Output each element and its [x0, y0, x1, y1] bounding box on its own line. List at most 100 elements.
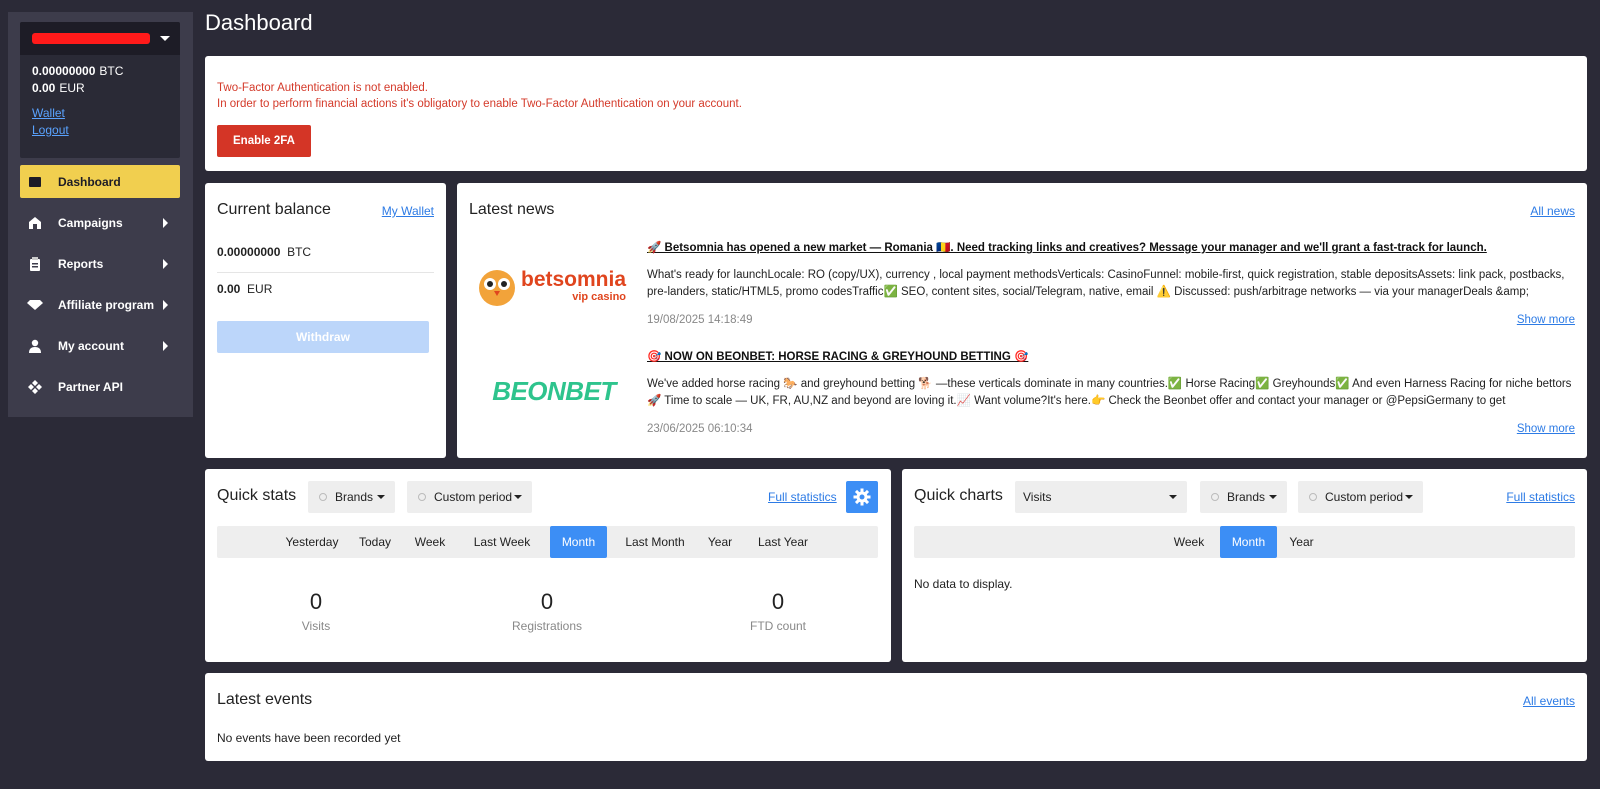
tab-yesterday[interactable]: Yesterday	[282, 526, 342, 558]
tab-week[interactable]: Week	[1164, 526, 1214, 558]
nav-item-dashboard[interactable]: Dashboard	[20, 165, 180, 198]
dashboard-icon	[26, 176, 44, 188]
beonbet-wordmark: BEONBET	[492, 375, 616, 406]
brands-label: Brands	[335, 490, 374, 504]
my-wallet-link[interactable]: My Wallet	[382, 204, 434, 218]
eur-currency: EUR	[247, 282, 273, 296]
main-nav: Dashboard Campaigns Reports Affiliate pr…	[20, 165, 180, 411]
tab-last-week[interactable]: Last Week	[467, 526, 537, 558]
news-date: 23/06/2025 06:10:34	[647, 423, 753, 435]
tab-last-year[interactable]: Last Year	[747, 526, 819, 558]
radio-icon	[418, 493, 426, 501]
stat-value: 0	[540, 589, 554, 614]
nav-item-campaigns[interactable]: Campaigns	[20, 206, 180, 239]
period-label: Custom period	[1325, 490, 1404, 504]
nav-label: My account	[58, 338, 125, 353]
show-more-link[interactable]: Show more	[1517, 423, 1575, 435]
brands-dropdown[interactable]: Brands	[1200, 481, 1287, 513]
tab-year[interactable]: Year	[1279, 526, 1324, 558]
news-title: Latest news	[469, 201, 555, 218]
period-dropdown[interactable]: Custom period	[407, 481, 532, 513]
period-label: Custom period	[434, 490, 513, 504]
tab-month[interactable]: Month	[1220, 526, 1277, 558]
user-icon	[26, 339, 44, 353]
chevron-down-icon	[1405, 495, 1413, 499]
btc-amount: 0.00000000	[217, 245, 281, 259]
tab-today[interactable]: Today	[350, 526, 400, 558]
betsomnia-tagline: vip casino	[572, 291, 627, 303]
no-events-message: No events have been recorded yet	[217, 731, 401, 745]
account-eur-balance: 0.00 EUR	[20, 80, 180, 97]
tab-year[interactable]: Year	[699, 526, 741, 558]
chevron-down-icon[interactable]	[160, 36, 170, 41]
alert-line-1: Two-Factor Authentication is not enabled…	[217, 82, 428, 94]
eur-currency: EUR	[59, 81, 85, 95]
no-data-message: No data to display.	[914, 577, 1013, 591]
radio-icon	[1211, 493, 1219, 501]
period-dropdown[interactable]: Custom period	[1298, 481, 1423, 513]
chevron-right-icon	[163, 341, 168, 351]
all-events-link[interactable]: All events	[1523, 694, 1575, 708]
account-btc-balance: 0.00000000 BTC	[20, 63, 180, 80]
show-more-link[interactable]: Show more	[1517, 314, 1575, 326]
all-news-link[interactable]: All news	[1530, 204, 1575, 218]
balance-eur-row: 0.00 EUR	[217, 282, 272, 296]
wallet-link[interactable]: Wallet	[20, 105, 180, 122]
chevron-right-icon	[163, 218, 168, 228]
nav-label: Campaigns	[58, 215, 123, 230]
withdraw-button[interactable]: Withdraw	[217, 321, 429, 353]
alert-line-2: In order to perform financial actions it…	[217, 98, 742, 110]
balance-btc-row: 0.00000000 BTC	[217, 245, 434, 273]
chevron-down-icon	[1169, 495, 1177, 499]
account-dropdown[interactable]	[20, 22, 180, 55]
quick-stats-title: Quick stats	[217, 487, 297, 504]
owl-icon	[479, 270, 515, 306]
beonbet-logo: BEONBET	[475, 373, 633, 409]
news-headline[interactable]: 🎯 NOW ON BEONBET: HORSE RACING & GREYHOU…	[647, 349, 1028, 363]
chevron-down-icon	[514, 495, 522, 499]
enable-2fa-button[interactable]: Enable 2FA	[217, 125, 311, 157]
betsomnia-wordmark: betsomnia	[521, 268, 627, 291]
nav-label: Reports	[58, 256, 104, 271]
chevron-right-icon	[163, 259, 168, 269]
news-date: 19/08/2025 14:18:49	[647, 314, 753, 326]
tab-last-month[interactable]: Last Month	[615, 526, 695, 558]
tab-week[interactable]: Week	[405, 526, 455, 558]
brands-dropdown[interactable]: Brands	[308, 481, 395, 513]
nav-item-my-account[interactable]: My account	[20, 329, 180, 362]
period-tabs: Yesterday Today Week Last Week Month Las…	[217, 526, 878, 558]
settings-button[interactable]	[846, 481, 878, 513]
radio-icon	[319, 493, 327, 501]
tab-month[interactable]: Month	[550, 526, 607, 558]
full-statistics-link[interactable]: Full statistics	[1506, 490, 1575, 504]
period-tabs: Week Month Year	[914, 526, 1575, 558]
news-body: What's ready for launchLocale: RO (copy/…	[647, 269, 1565, 298]
btc-currency: BTC	[287, 245, 312, 259]
balance-title: Current balance	[217, 201, 331, 218]
brands-label: Brands	[1227, 490, 1266, 504]
redacted-username	[32, 33, 150, 44]
btc-amount: 0.00000000	[32, 64, 96, 78]
nav-item-partner-api[interactable]: Partner API	[20, 370, 180, 403]
gear-icon	[853, 488, 871, 506]
stat-label: FTD count	[749, 619, 806, 633]
quick-stats-card: Quick stats Brands Custom period Full st…	[205, 469, 891, 662]
metric-dropdown[interactable]: Visits	[1015, 481, 1187, 513]
news-headline[interactable]: 🚀 Betsomnia has opened a new market — Ro…	[647, 240, 1487, 254]
stat-label: Registrations	[511, 619, 583, 633]
nav-item-reports[interactable]: Reports	[20, 247, 180, 280]
home-icon	[26, 216, 44, 230]
logout-link[interactable]: Logout	[20, 122, 180, 139]
radio-icon	[1309, 493, 1317, 501]
stat-value: 0	[309, 589, 323, 614]
metric-label: Visits	[1023, 490, 1052, 504]
stat-label: Visits	[301, 619, 331, 633]
chevron-down-icon	[377, 495, 385, 499]
btc-currency: BTC	[99, 64, 124, 78]
nav-item-affiliate-program[interactable]: Affiliate program	[20, 288, 180, 321]
events-title: Latest events	[217, 691, 313, 708]
chevron-down-icon	[1269, 495, 1277, 499]
stat-ftd-count: 0 FTD count	[678, 589, 878, 633]
full-statistics-link[interactable]: Full statistics	[768, 490, 837, 504]
quick-charts-card: Quick charts Visits Brands Custom period…	[902, 469, 1587, 662]
